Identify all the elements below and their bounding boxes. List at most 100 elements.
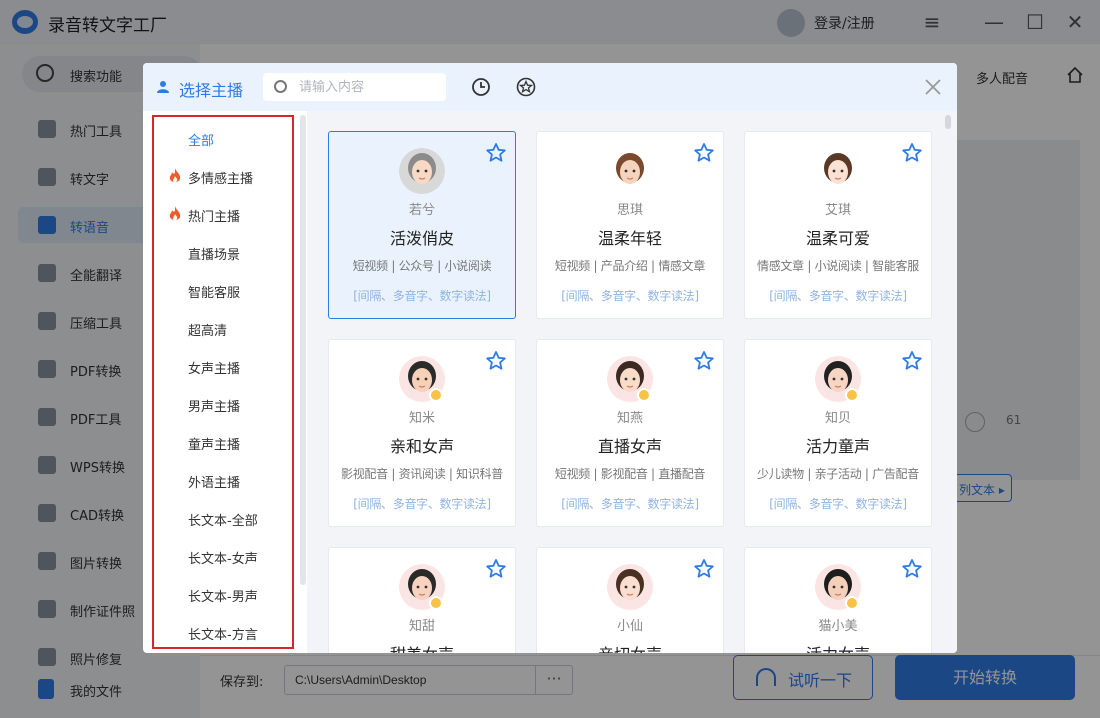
voice-name: 知贝 [824,411,851,426]
voice-tags: 影视配音 | 资讯阅读 | 知识科普 [341,467,503,481]
history-clock-icon[interactable] [471,77,491,97]
voice-card[interactable]: 艾琪温柔可爱情感文章 | 小说阅读 | 智能客服 [间隔、多音字、数字读法] [744,131,932,319]
favorite-star-icon[interactable] [485,142,507,164]
category-label: 长文本-男声 [188,590,258,605]
voice-style: 直播女声 [597,437,662,456]
voice-style: 温柔可爱 [805,229,870,248]
category-label: 童声主播 [188,438,241,453]
voice-search-input[interactable] [299,78,439,96]
favorite-star-icon[interactable] [693,558,715,580]
category-item[interactable]: 超高清 [154,317,292,341]
category-item[interactable]: 全部 [154,127,292,151]
vip-badge-icon [429,388,443,402]
category-label: 男声主播 [188,400,241,415]
voice-name: 知甜 [408,619,435,634]
voice-features: [间隔、多音字、数字读法] [353,289,491,303]
voice-style: 活力童声 [805,437,870,456]
search-icon [274,80,287,93]
category-label: 热门主播 [188,210,241,225]
category-item[interactable]: 智能客服 [154,279,292,303]
voice-name: 知米 [408,411,435,426]
voice-name: 猫小美 [818,619,858,634]
category-item[interactable]: 长文本-男声 [154,583,292,607]
category-list: 全部多情感主播热门主播直播场景智能客服超高清女声主播男声主播童声主播外语主播长文… [152,115,294,649]
modal-title: 选择主播 [179,81,244,100]
favorite-star-icon[interactable] [901,350,923,372]
voice-tags: 短视频 | 产品介绍 | 情感文章 [554,259,706,273]
category-label: 智能客服 [188,286,241,301]
favorites-star-icon[interactable] [516,77,536,97]
voice-avatar [607,564,653,610]
voice-name: 小仙 [616,619,643,634]
voice-name: 艾琪 [824,203,851,218]
category-item[interactable]: 直播场景 [154,241,292,265]
favorite-star-icon[interactable] [693,350,715,372]
category-label: 多情感主播 [188,172,254,187]
voice-card[interactable]: 知甜甜美女声 [328,547,516,653]
voice-card[interactable]: 猫小美活力女声 [744,547,932,653]
voice-tags: 短视频 | 公众号 | 小说阅读 [352,259,492,273]
modal-header: 选择主播 [143,63,957,111]
category-item[interactable]: 长文本-方言 [154,621,292,645]
vip-badge-icon [845,388,859,402]
category-label: 女声主播 [188,362,241,377]
category-label: 全部 [188,134,215,149]
voice-card[interactable]: 知米亲和女声影视配音 | 资讯阅读 | 知识科普 [间隔、多音字、数字读法] [328,339,516,527]
voice-card[interactable]: 小仙亲切女声 [536,547,724,653]
vip-badge-icon [429,596,443,610]
voice-name: 思琪 [616,203,643,218]
grid-scrollbar[interactable] [945,115,951,129]
voice-card[interactable]: 若兮活泼俏皮短视频 | 公众号 | 小说阅读 [间隔、多音字、数字读法] [328,131,516,319]
close-icon[interactable] [922,76,944,98]
voice-tags: 短视频 | 影视配音 | 直播配音 [554,467,706,481]
category-item[interactable]: 女声主播 [154,355,292,379]
voice-style: 活泼俏皮 [389,229,454,248]
voice-style: 活力女声 [745,641,931,653]
voice-name: 知燕 [616,411,643,426]
category-label: 长文本-方言 [188,628,258,643]
category-item[interactable]: 多情感主播 [154,165,292,189]
category-label: 超高清 [188,324,228,339]
person-icon [157,81,169,93]
category-item[interactable]: 长文本-女声 [154,545,292,569]
category-label: 长文本-女声 [188,552,258,567]
category-item[interactable]: 男声主播 [154,393,292,417]
voice-avatar [815,148,861,194]
voice-tags: 少儿读物 | 亲子活动 | 广告配音 [757,467,919,481]
voice-features: [间隔、多音字、数字读法] [769,289,907,303]
category-label: 外语主播 [188,476,241,491]
category-item[interactable]: 外语主播 [154,469,292,493]
voice-search [263,73,446,101]
voice-avatar [607,148,653,194]
voice-features: [间隔、多音字、数字读法] [353,497,491,511]
voice-tags: 情感文章 | 小说阅读 | 智能客服 [757,259,919,273]
fire-icon [169,168,181,183]
voice-name: 若兮 [408,203,435,218]
favorite-star-icon[interactable] [693,142,715,164]
voice-style: 温柔年轻 [597,229,662,248]
voice-card-grid: 若兮 活泼俏皮 短视频 | 公众号 | 小说阅读 [间隔、多音字、数字读法] 思琪 温柔年… [307,111,957,653]
favorite-star-icon[interactable] [485,350,507,372]
vip-badge-icon [845,596,859,610]
category-label: 直播场景 [188,248,241,263]
category-item[interactable]: 长文本-全部 [154,507,292,531]
voice-features: [间隔、多音字、数字读法] [561,289,699,303]
voice-card[interactable]: 知燕直播女声短视频 | 影视配音 | 直播配音 [间隔、多音字、数字读法] [536,339,724,527]
vip-badge-icon [637,388,651,402]
category-label: 长文本-全部 [188,514,258,529]
favorite-star-icon[interactable] [901,142,923,164]
voice-style: 亲切女声 [537,641,723,653]
voice-card[interactable]: 思琪温柔年轻短视频 | 产品介绍 | 情感文章 [间隔、多音字、数字读法] [536,131,724,319]
voice-card[interactable]: 知贝活力童声少儿读物 | 亲子活动 | 广告配音 [间隔、多音字、数字读法] [744,339,932,527]
select-voice-modal: 选择主播 全部多情感主播热门主播直播场景智能客服超高清女声主播男声主播童声主播外… [143,63,957,653]
favorite-star-icon[interactable] [485,558,507,580]
favorite-star-icon[interactable] [901,558,923,580]
fire-icon [169,206,181,221]
voice-style: 甜美女声 [329,641,515,653]
category-item[interactable]: 童声主播 [154,431,292,455]
voice-style: 亲和女声 [389,437,454,456]
category-scrollbar[interactable] [300,115,306,585]
voice-features: [间隔、多音字、数字读法] [561,497,699,511]
voice-features: [间隔、多音字、数字读法] [769,497,907,511]
category-item[interactable]: 热门主播 [154,203,292,227]
